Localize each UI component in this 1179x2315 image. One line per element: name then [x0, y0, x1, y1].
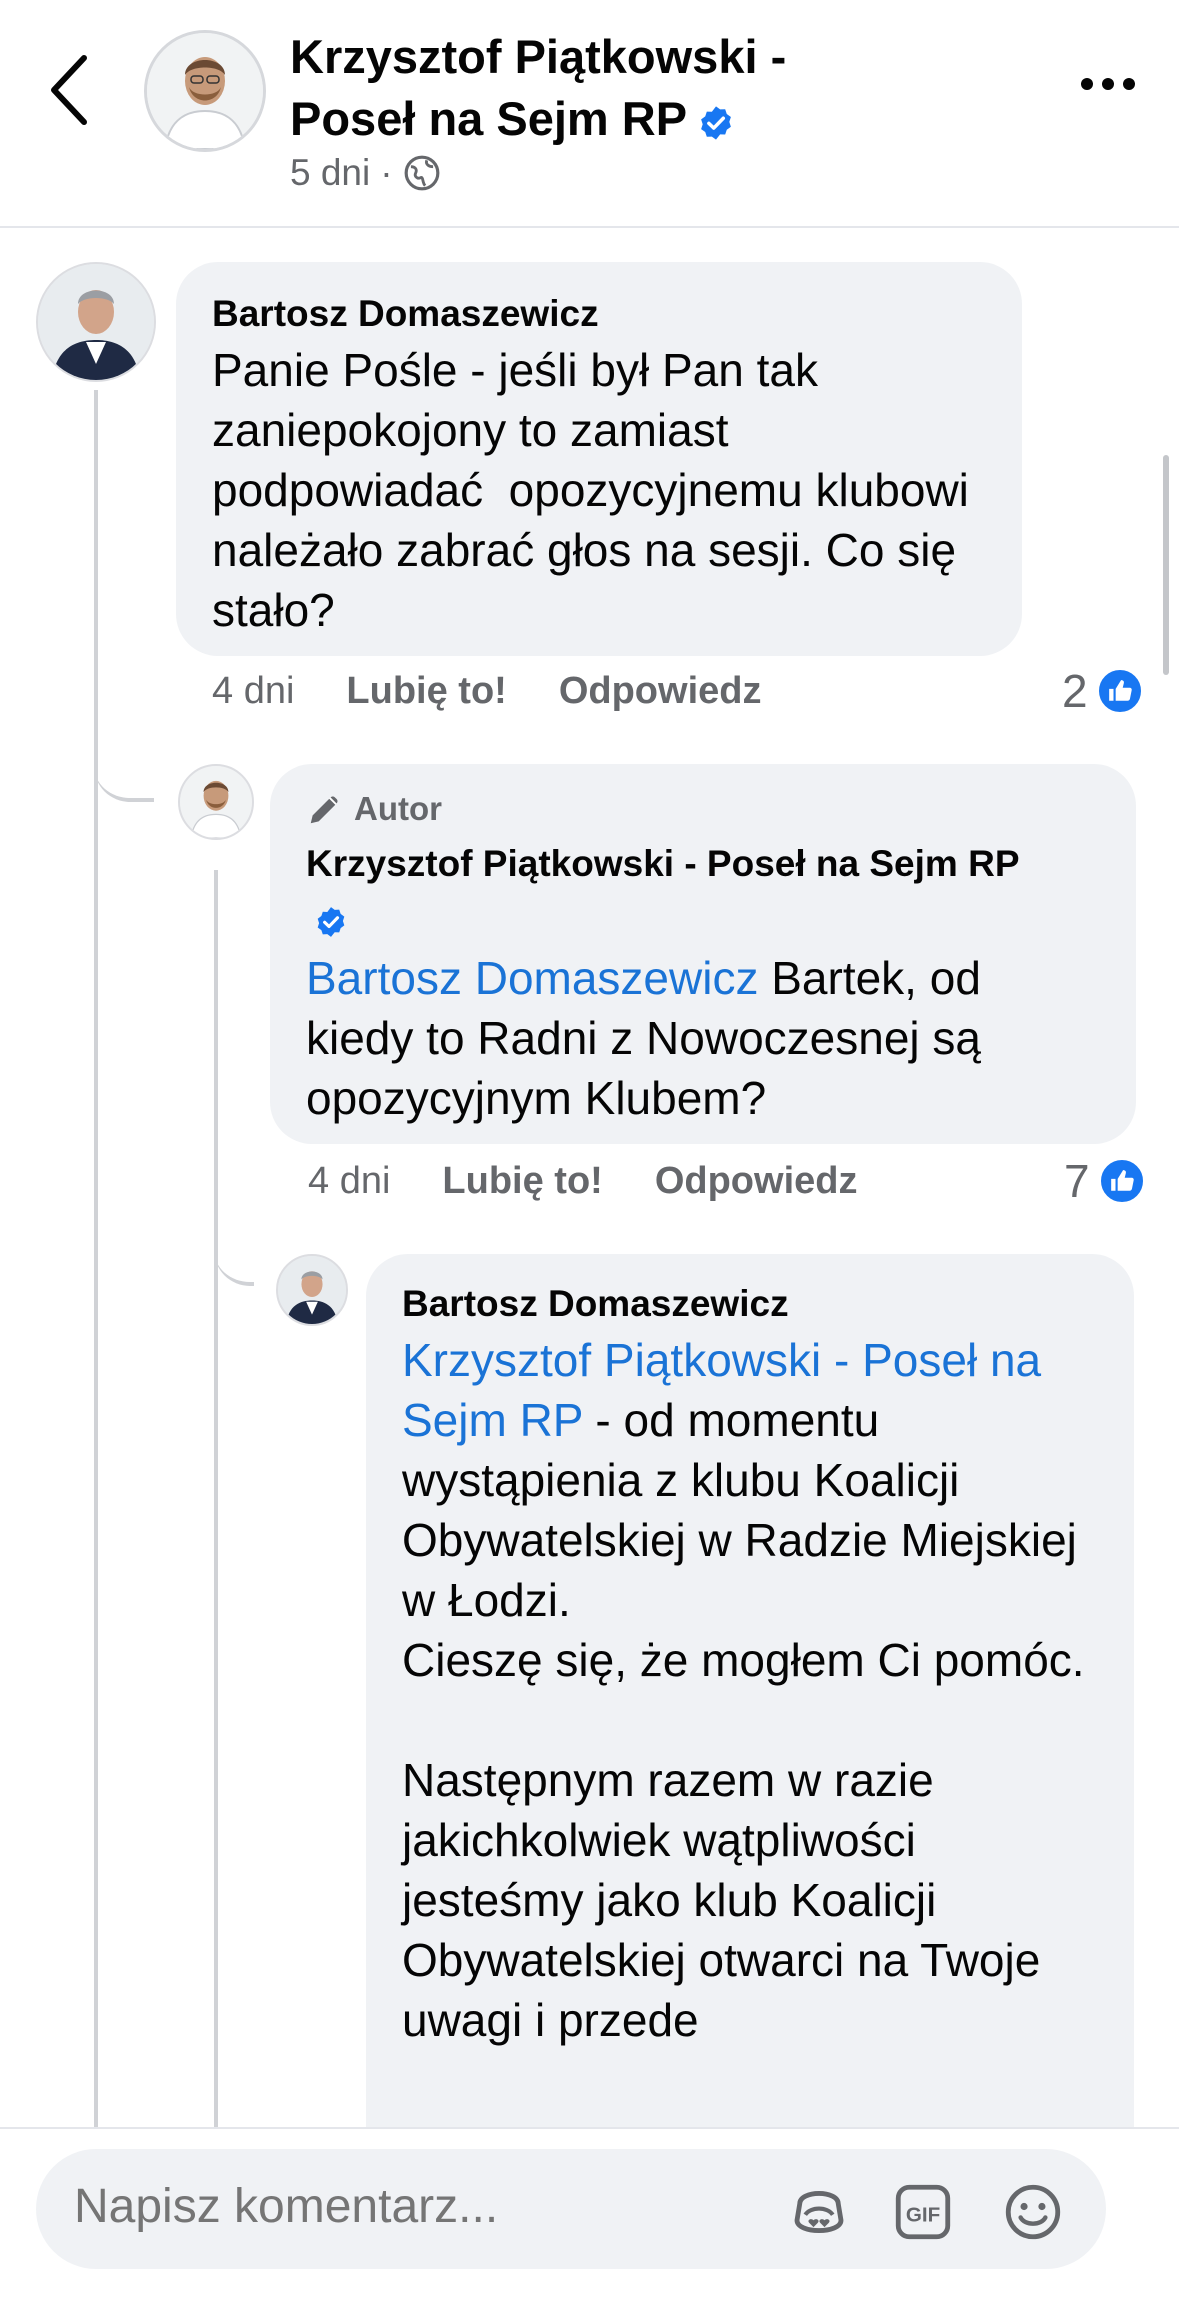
- nested-reply-bubble[interactable]: Bartosz Domaszewicz Krzysztof Piątkowski…: [366, 1254, 1134, 2174]
- post-time[interactable]: 5 dni: [290, 152, 370, 194]
- thread-line-main: [94, 390, 98, 2127]
- nested-reply-author[interactable]: Bartosz Domaszewicz: [402, 1280, 1098, 1328]
- comment-input[interactable]: [74, 2179, 774, 2234]
- like-icon: [1097, 1157, 1146, 1205]
- reply-button[interactable]: Odpowiedz: [559, 670, 762, 713]
- author-reply-avatar[interactable]: [178, 764, 254, 840]
- emoji-icon[interactable]: [1000, 2179, 1066, 2245]
- reply-text: Bartosz Domaszewicz Bartek, od kiedy to …: [306, 948, 1100, 1128]
- page-title[interactable]: Krzysztof Piątkowski - Poseł na Sejm RP: [290, 26, 910, 150]
- author-badge: Autor: [306, 788, 1100, 830]
- thread-connector-1: [94, 700, 154, 802]
- back-arrow-icon: [51, 55, 87, 125]
- comment-bubble[interactable]: Bartosz Domaszewicz Panie Pośle - jeśli …: [176, 262, 1022, 656]
- comment-composer: GIF: [0, 2127, 1179, 2315]
- reaction-count[interactable]: 2: [1062, 664, 1144, 718]
- back-button[interactable]: [40, 48, 100, 132]
- like-button[interactable]: Lubię to!: [442, 1160, 602, 1203]
- like-button[interactable]: Lubię to!: [346, 670, 506, 713]
- comment-author[interactable]: Bartosz Domaszewicz: [212, 290, 986, 338]
- reply-time[interactable]: 4 dni: [308, 1160, 390, 1203]
- author-badge-label: Autor: [354, 790, 442, 827]
- reply-actions: 4 dni Lubię to! Odpowiedz: [308, 1160, 857, 1203]
- mention-link[interactable]: Bartosz Domaszewicz: [306, 952, 758, 1004]
- like-icon: [1095, 667, 1144, 715]
- gif-icon[interactable]: GIF: [890, 2179, 956, 2245]
- reaction-count-number: 2: [1062, 665, 1088, 717]
- globe-icon: [404, 155, 439, 191]
- svg-text:GIF: GIF: [906, 2204, 940, 2227]
- verified-icon: [317, 907, 345, 938]
- verified-icon: [701, 105, 731, 140]
- post-header: Krzysztof Piątkowski - Poseł na Sejm RP …: [0, 0, 1179, 228]
- meta-separator: ·: [380, 152, 393, 193]
- scrollbar[interactable]: [1163, 455, 1169, 675]
- page-avatar[interactable]: [144, 30, 266, 152]
- thread-line-reply: [214, 870, 218, 2127]
- nested-reply-text-body: - od momentu wystąpienia z klubu Koalicj…: [402, 1394, 1085, 2046]
- more-options-button[interactable]: [1081, 78, 1135, 90]
- reply-button[interactable]: Odpowiedz: [655, 1160, 858, 1203]
- post-meta: 5 dni ·: [290, 152, 441, 194]
- more-icon: [1081, 78, 1093, 90]
- composer-box[interactable]: GIF: [36, 2149, 1106, 2269]
- reply-author[interactable]: Krzysztof Piątkowski - Poseł na Sejm RP: [306, 836, 1026, 948]
- avatar-sticker-icon[interactable]: [786, 2179, 852, 2245]
- comment-time[interactable]: 4 dni: [212, 670, 294, 713]
- thread-connector-2: [214, 1190, 254, 1286]
- comment-text: Panie Pośle - jeśli był Pan tak zaniepok…: [212, 344, 982, 636]
- reply-author-name: Krzysztof Piątkowski - Poseł na Sejm RP: [306, 843, 1020, 884]
- nested-reply-text: Krzysztof Piątkowski - Poseł na Sejm RP …: [402, 1330, 1098, 2050]
- reaction-count[interactable]: 7: [1064, 1154, 1146, 1208]
- commenter-avatar[interactable]: [276, 1254, 348, 1326]
- reply-bubble[interactable]: Autor Krzysztof Piątkowski - Poseł na Se…: [270, 764, 1136, 1144]
- pencil-icon: [310, 796, 338, 824]
- commenter-avatar[interactable]: [36, 262, 156, 382]
- reaction-count-number: 7: [1064, 1155, 1090, 1207]
- comment-actions: 4 dni Lubię to! Odpowiedz: [212, 670, 761, 713]
